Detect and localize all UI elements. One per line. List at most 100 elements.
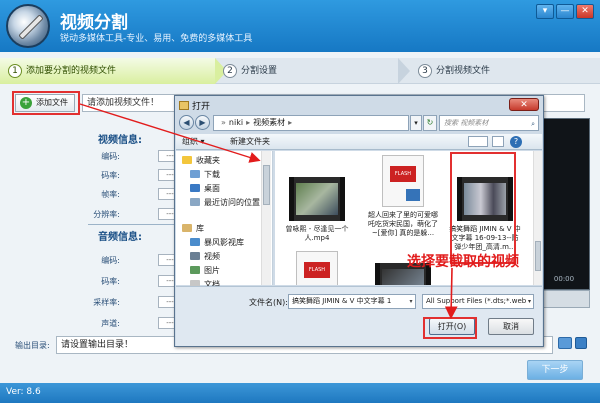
nav-recent[interactable]: 最近访问的位置 [190, 197, 260, 208]
step-3: 3 分割视频文件 [410, 58, 600, 84]
cancel-button[interactable]: 取消 [488, 318, 534, 335]
nav-desktop[interactable]: 桌面 [190, 183, 220, 194]
address-bar[interactable]: » niki ▸ 视频素材 ▸ [213, 115, 409, 131]
nav-library-label: 库 [196, 224, 204, 233]
dialog-title-text: 打开 [192, 102, 211, 112]
nav-videos[interactable]: 视频 [190, 251, 220, 262]
open-button-highlight [423, 317, 477, 339]
step-3-label: 分割视频文件 [436, 66, 491, 76]
preview-pane-icon[interactable] [492, 136, 504, 147]
breadcrumb-niki[interactable]: niki [229, 118, 243, 127]
status-bar: Ver: 8.6 [0, 383, 600, 403]
nav-library[interactable]: 库 [182, 223, 204, 234]
dialog-toolbar: 组织 ▾ 新建文件夹 ? [176, 134, 542, 150]
video-resolution-label: 分辨率: [93, 210, 120, 219]
flash-file-icon: FLASH [296, 251, 338, 285]
nav-videos-label: 视频 [204, 252, 220, 261]
navigation-pane: 收藏夹 下载 桌面 最近访问的位置 库 暴风影视库 视频 图片 文档 [176, 151, 273, 289]
help-icon[interactable]: ? [510, 136, 522, 148]
filetype-select[interactable]: All Support Files (*.dts;*.web ▾ [422, 294, 534, 309]
files-scrollbar[interactable] [533, 151, 542, 285]
dialog-title: 打开 [179, 99, 210, 112]
audio-codec-label: 编码: [101, 256, 120, 265]
annotation-text: 选择要截取的视频 [407, 254, 519, 270]
step-chevron-icon [398, 58, 410, 84]
close-icon[interactable]: ✕ [576, 4, 594, 19]
title-bar: 视频分割 锐动多媒体工具-专业、易用、免费的多媒体工具 ▾ — ✕ [0, 0, 600, 52]
search-icon: ⌕ [531, 120, 535, 128]
address-dropdown-icon[interactable]: ▾ [410, 115, 422, 131]
nav-favorites-label: 收藏夹 [196, 156, 220, 165]
next-button[interactable]: 下一步 [527, 360, 583, 380]
file-item[interactable]: FLASH 超人回来了里的可爱哪吒吃货宋民国，萌化了~[爱你] 真的是躲... [367, 155, 439, 238]
breadcrumb-video-folder[interactable]: 视频素材 [253, 118, 285, 127]
version-label: Ver: 8.6 [6, 387, 41, 397]
chevron-down-icon: ▾ [527, 298, 531, 305]
nav-baofeng[interactable]: 暴风影视库 [190, 237, 244, 248]
minimize-icon[interactable]: — [556, 4, 574, 19]
breadcrumb-arrow-icon: ▸ [288, 118, 293, 127]
video-bitrate-label: 码率: [101, 171, 120, 180]
folder-icon [179, 101, 189, 110]
dialog-footer: 文件名(N): 搞笑舞蹈 JIMIN & V 中文字幕 1 ▾ All Supp… [176, 286, 542, 346]
file-name: 超人回来了里的可爱哪吒吃货宋民国，萌化了~[爱你] 真的是躲... [368, 211, 438, 237]
app-logo [6, 4, 50, 48]
nav-recent-label: 最近访问的位置 [204, 198, 260, 207]
open-folder-icon[interactable] [575, 337, 587, 349]
browse-folder-icon[interactable] [558, 337, 572, 349]
forward-arrow-icon[interactable]: ▶ [195, 115, 210, 130]
nav-baofeng-label: 暴风影视库 [204, 238, 244, 247]
video-codec-label: 编码: [101, 152, 120, 161]
selected-file-highlight [450, 152, 516, 264]
filename-dropdown-icon[interactable]: ▾ [407, 295, 415, 308]
search-placeholder: 搜索 视频素材 [444, 119, 489, 127]
breadcrumb-arrow-icon: » [221, 118, 226, 127]
preview-time: 00:00 [553, 275, 575, 283]
step-2: 2 分割设置 [215, 58, 400, 84]
window-controls: ▾ — ✕ [536, 4, 594, 19]
app-subtitle: 锐动多媒体工具-专业、易用、免费的多媒体工具 [60, 34, 253, 44]
dialog-close-button[interactable]: ✕ [509, 98, 539, 111]
video-preview[interactable]: 00:00 [538, 118, 590, 290]
organize-button[interactable]: 组织 ▾ [182, 136, 205, 147]
nav-downloads-label: 下载 [204, 170, 220, 179]
refresh-icon[interactable]: ↻ [423, 115, 437, 131]
audio-info-title: 音频信息: [98, 232, 142, 243]
menu-dropdown-icon[interactable]: ▾ [536, 4, 554, 19]
nav-favorites[interactable]: 收藏夹 [182, 155, 220, 166]
nav-downloads[interactable]: 下载 [190, 169, 220, 180]
flash-file-icon: FLASH [382, 155, 424, 207]
nav-scrollbar[interactable] [261, 151, 271, 285]
video-framerate-label: 帧率: [101, 190, 120, 199]
add-button-highlight [12, 91, 80, 115]
step-3-number: 3 [418, 64, 432, 78]
nav-pictures[interactable]: 图片 [190, 265, 220, 276]
filename-input[interactable]: 搞笑舞蹈 JIMIN & V 中文字幕 1 [288, 294, 416, 309]
file-item[interactable]: 曾咏熙 - 尽逢见一个人.mp4 [281, 177, 353, 243]
new-folder-button[interactable]: 新建文件夹 [230, 136, 270, 147]
nav-desktop-label: 桌面 [204, 184, 220, 193]
search-input[interactable]: 搜索 视频素材 ⌕ [439, 115, 539, 131]
section-divider [88, 224, 188, 225]
view-mode-icon[interactable] [468, 136, 488, 147]
step-1-number: 1 [8, 64, 22, 78]
file-item[interactable]: FLASH [281, 251, 353, 285]
step-bar: 1 添加要分割的视频文件 2 分割设置 3 分割视频文件 [0, 58, 600, 84]
video-folder-icon [190, 252, 200, 260]
picture-folder-icon [190, 266, 200, 274]
recent-icon [190, 198, 200, 206]
audio-bitrate-label: 码率: [101, 277, 120, 286]
video-thumbnail [289, 177, 345, 221]
files-scroll-thumb[interactable] [535, 241, 541, 271]
video-info-title: 视频信息: [98, 135, 142, 146]
audio-samplerate-label: 采样率: [93, 298, 120, 307]
step-2-label: 分割设置 [241, 66, 278, 76]
preview-controls[interactable] [538, 290, 590, 308]
filetype-value: All Support Files (*.dts;*.web [426, 297, 527, 305]
output-dir-label: 输出目录: [15, 341, 50, 350]
video-library-icon [190, 238, 200, 246]
back-arrow-icon[interactable]: ◀ [179, 115, 194, 130]
desktop-icon [190, 184, 200, 192]
nav-pictures-label: 图片 [204, 266, 220, 275]
nav-scroll-thumb[interactable] [263, 165, 270, 205]
